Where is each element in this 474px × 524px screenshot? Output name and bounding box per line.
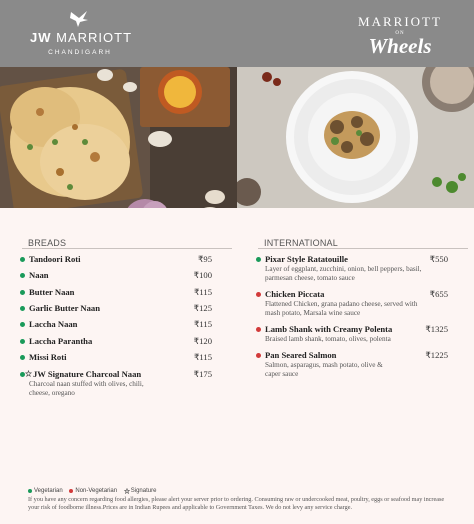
naan-illustration: [0, 67, 237, 208]
menu-item[interactable]: Pan Seared Salmon ₹1225 Salmon, asparagu…: [256, 350, 448, 380]
item-name: Laccha Naan: [29, 319, 78, 329]
item-name: JW Signature Charcoal Naan: [33, 369, 142, 379]
brand-prefix: JW: [30, 30, 52, 45]
item-description: Layer of eggplant, zucchini, onion, bell…: [265, 265, 422, 283]
item-price: ₹550: [429, 254, 448, 264]
item-description: Salmon, asparagus, mash potato, olive & …: [265, 361, 383, 379]
item-name: Laccha Parantha: [29, 336, 93, 346]
menu-item[interactable]: Butter Naan ₹115: [20, 287, 212, 299]
menu-item[interactable]: Garlic Butter Naan ₹125: [20, 303, 212, 315]
wheels-script: Wheels: [368, 34, 432, 58]
item-price: ₹1225: [425, 350, 448, 360]
item-price: ₹1325: [425, 324, 448, 334]
item-name: Tandoori Roti: [29, 254, 81, 264]
veg-dot-icon: [20, 273, 25, 278]
signature-icon: [123, 487, 131, 495]
item-price: ₹125: [193, 303, 212, 313]
item-price: ₹120: [193, 336, 212, 346]
nonveg-dot-icon: [256, 292, 261, 297]
nonveg-dot-icon: [256, 353, 261, 358]
international-divider: [258, 248, 468, 249]
veg-dot-icon: [20, 306, 25, 311]
pasta-illustration: [237, 67, 474, 208]
legend-signature: Signature: [130, 488, 157, 494]
legend-veg: Vegetarian: [34, 488, 63, 494]
naan-photo: [0, 67, 237, 208]
menu-item[interactable]: Pixar Style Ratatouille ₹550 Layer of eg…: [256, 254, 448, 284]
pasta-photo: [237, 67, 474, 208]
breads-divider: [22, 248, 232, 249]
item-name: Chicken Piccata: [265, 289, 325, 299]
breads-title: BREADS: [28, 238, 67, 248]
veg-dot-icon: [28, 489, 32, 493]
item-name: Missi Roti: [29, 352, 67, 362]
header-left-panel: JW MARRIOTT CHANDIGARH: [0, 0, 237, 67]
item-price: ₹95: [197, 254, 212, 264]
item-price: ₹115: [193, 352, 212, 362]
menu-item[interactable]: Laccha Parantha ₹120: [20, 336, 212, 348]
allergy-disclaimer: If you have any concern regarding food a…: [28, 496, 445, 511]
veg-dot-icon: [20, 290, 25, 295]
menu-item[interactable]: Missi Roti ₹115: [20, 352, 212, 364]
item-name: Garlic Butter Naan: [29, 303, 100, 313]
item-name: Naan: [29, 270, 49, 280]
veg-dot-icon: [20, 322, 25, 327]
menu-item[interactable]: Naan ₹100: [20, 270, 212, 282]
menu-item[interactable]: JW Signature Charcoal Naan ₹175 Charcoal…: [20, 369, 212, 401]
international-title: INTERNATIONAL: [264, 238, 338, 248]
item-name: Pan Seared Salmon: [265, 350, 337, 360]
veg-dot-icon: [20, 339, 25, 344]
city-name: CHANDIGARH: [48, 49, 112, 56]
marriott-on-wheels-logo: MARRIOTT ON Wheels: [350, 14, 450, 58]
item-price: ₹175: [193, 369, 212, 379]
marriott-wordmark: MARRIOTT: [358, 14, 442, 29]
item-price: ₹100: [193, 270, 212, 280]
legend-nonveg: Non-Vegetarian: [75, 488, 118, 494]
menu-item[interactable]: Tandoori Roti ₹95: [20, 254, 212, 266]
item-name: Butter Naan: [29, 287, 75, 297]
signature-icon: [25, 370, 32, 377]
item-name: Pixar Style Ratatouille: [265, 254, 348, 264]
veg-dot-icon: [256, 257, 261, 262]
item-price: ₹115: [193, 287, 212, 297]
item-price: ₹115: [193, 319, 212, 329]
item-description: Charcoal naan stuffed with olives, chili…: [29, 380, 144, 398]
dietary-legend: Vegetarian Non-Vegetarian Signature: [28, 487, 161, 495]
bird-icon: [70, 11, 88, 27]
item-description: Braised lamb shank, tomato, olives, pole…: [265, 335, 391, 343]
jw-marriott-logo: JW MARRIOTT CHANDIGARH: [30, 10, 133, 60]
brand-name: MARRIOTT: [56, 30, 133, 45]
item-price: ₹655: [429, 289, 448, 299]
item-description: Flattened Chicken, grana padano cheese, …: [265, 300, 418, 318]
veg-dot-icon: [20, 257, 25, 262]
veg-dot-icon: [20, 355, 25, 360]
menu-item[interactable]: Laccha Naan ₹115: [20, 319, 212, 331]
item-name: Lamb Shank with Creamy Polenta: [265, 324, 393, 334]
menu-item[interactable]: Lamb Shank with Creamy Polenta ₹1325 Bra…: [256, 324, 448, 346]
nonveg-dot-icon: [256, 327, 261, 332]
nonveg-dot-icon: [69, 489, 74, 493]
menu-item[interactable]: Chicken Piccata ₹655 Flattened Chicken, …: [256, 289, 448, 319]
